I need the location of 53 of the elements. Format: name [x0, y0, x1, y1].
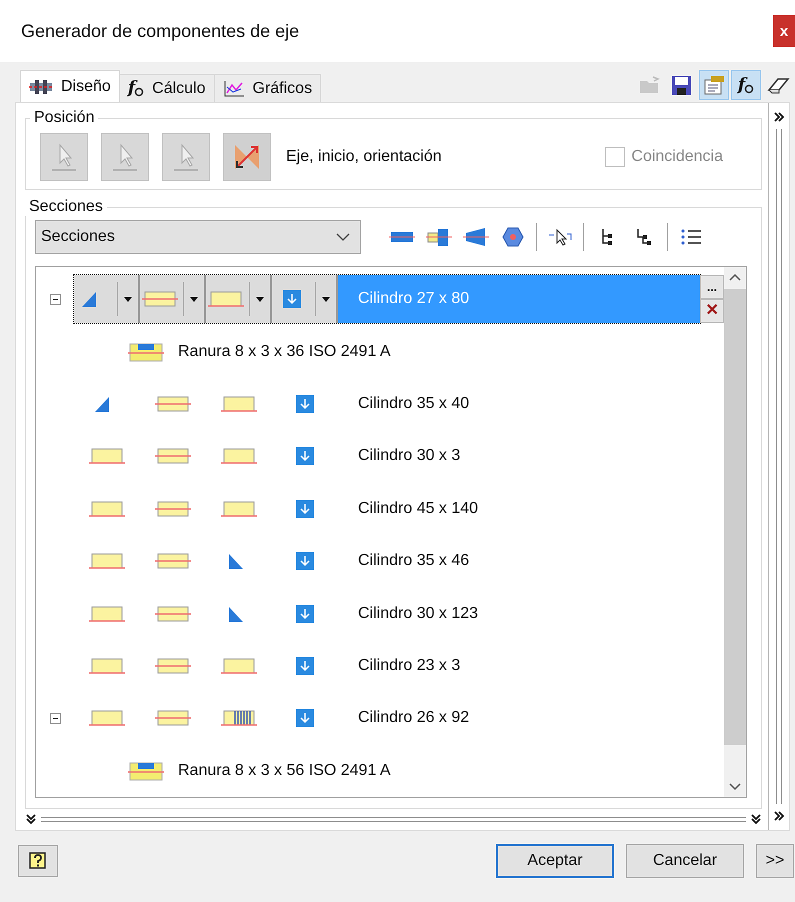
sections-dropdown[interactable]: Secciones: [35, 220, 361, 254]
expand-icon[interactable]: [25, 813, 37, 826]
section-label: Cilindro 35 x 40: [358, 394, 470, 413]
chart-icon: [222, 80, 244, 98]
expand-icon[interactable]: [750, 813, 762, 826]
collapse-toggle[interactable]: [50, 294, 60, 305]
groove-icon[interactable]: [128, 340, 164, 363]
section-label: Cilindro 26 x 92: [358, 709, 470, 728]
help-icon: [28, 851, 48, 871]
section-row[interactable]: Cilindro 23 x 3: [74, 642, 724, 690]
tab[interactable]: f Cálculo: [118, 74, 214, 102]
window-title: Generador de componentes de eje: [20, 20, 300, 42]
section-label: Cilindro 30 x 123: [358, 604, 478, 623]
expand-right-icon[interactable]: [773, 810, 785, 822]
section-row[interactable]: Cilindro 26 x 92: [74, 694, 724, 742]
groove-icon[interactable]: [128, 760, 164, 782]
groove-label: Ranura 8 x 3 x 36 ISO 2491 A: [178, 342, 391, 361]
group-title: Posición: [33, 109, 96, 127]
cancel-button[interactable]: Cancelar: [626, 844, 744, 878]
section-row[interactable]: Cilindro 35 x 40: [74, 380, 724, 428]
accept-button[interactable]: Aceptar: [496, 844, 614, 878]
section-row[interactable]: Cilindro 45 x 140: [74, 484, 724, 533]
scroll-down-icon[interactable]: [729, 782, 741, 791]
help-button[interactable]: [18, 845, 58, 877]
tab[interactable]: Gráficos: [214, 74, 322, 102]
section-label: Cilindro 35 x 46: [358, 552, 470, 570]
caret-icon[interactable]: [315, 282, 330, 316]
shaft-icon: [29, 78, 53, 94]
section-row[interactable]: Cilindro 30 x 3: [74, 432, 724, 480]
tab[interactable]: Diseño: [20, 70, 120, 102]
close-button[interactable]: x: [773, 15, 795, 47]
scroll-up-icon[interactable]: [729, 273, 741, 281]
flip-button[interactable]: [223, 133, 271, 181]
delete-button[interactable]: ✕: [700, 299, 724, 324]
section-label: Cilindro 30 x 3: [358, 447, 460, 466]
caret-icon[interactable]: [183, 282, 198, 316]
group-title: Secciones: [28, 198, 104, 216]
chevron-down-icon: [336, 233, 350, 241]
section-row[interactable]: Cilindro 35 x 46: [74, 537, 724, 586]
collapse-toggle[interactable]: [50, 712, 60, 724]
caret-icon[interactable]: [117, 282, 132, 316]
section-label: Cilindro 45 x 140: [358, 500, 478, 518]
expand-right-icon[interactable]: [773, 111, 785, 123]
caret-icon[interactable]: [249, 282, 264, 316]
more-button[interactable]: ...: [700, 275, 724, 300]
section-row[interactable]: Cilindro 30 x 123: [74, 590, 724, 638]
section-label: Cilindro 23 x 3: [358, 656, 460, 675]
position-label: Eje, inicio, orientación: [286, 148, 443, 166]
more-options-button[interactable]: >>: [756, 844, 794, 878]
groove-label: Ranura 8 x 3 x 56 ISO 2491 A: [178, 762, 391, 780]
section-label: Cilindro 27 x 80: [358, 290, 470, 308]
parameters-icon[interactable]: [699, 70, 729, 100]
formula-icon[interactable]: f: [731, 70, 761, 100]
